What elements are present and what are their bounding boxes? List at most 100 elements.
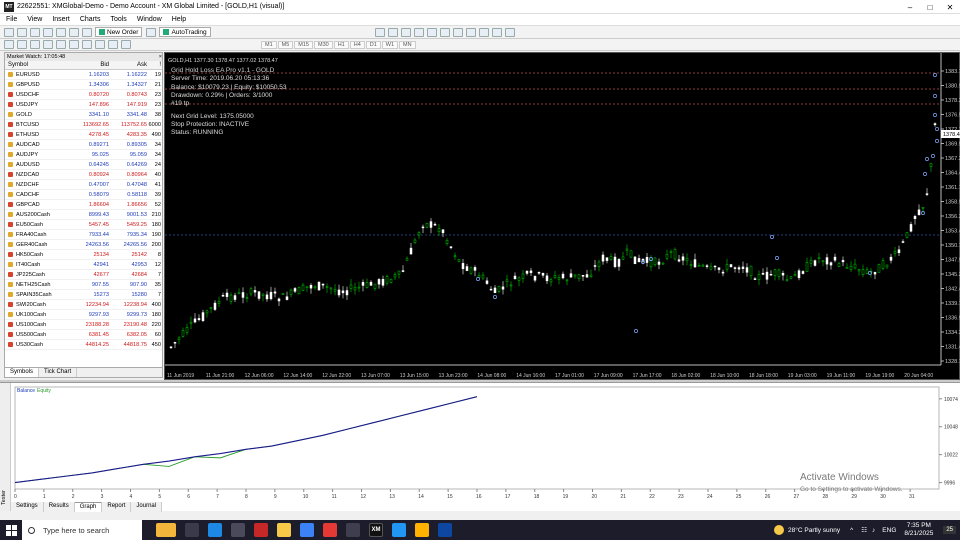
order-marker[interactable] bbox=[925, 157, 929, 161]
market-watch-row[interactable]: FRA40Cash 7933.44 7935.34 190 bbox=[5, 230, 162, 240]
market-watch-row[interactable]: GBPCAD 1.86604 1.86656 52 bbox=[5, 200, 162, 210]
market-watch-row[interactable]: SPAIN35Cash 15273 15280 7 bbox=[5, 290, 162, 300]
order-marker[interactable] bbox=[931, 154, 935, 158]
store-icon[interactable] bbox=[300, 523, 314, 537]
data-window-icon[interactable] bbox=[43, 27, 53, 37]
weather-text[interactable]: 28°C Partly sunny bbox=[788, 527, 840, 534]
file-explorer-icon[interactable] bbox=[277, 523, 291, 537]
menu-item-help[interactable]: Help bbox=[172, 16, 186, 23]
menu-item-view[interactable]: View bbox=[27, 16, 42, 23]
menu-item-window[interactable]: Window bbox=[137, 16, 162, 23]
app-icon-dark[interactable] bbox=[346, 523, 360, 537]
tab-symbols[interactable]: Symbols bbox=[5, 368, 40, 377]
chart-shift-icon[interactable] bbox=[465, 27, 476, 37]
fibonacci-icon[interactable] bbox=[82, 40, 92, 49]
close-icon[interactable]: × bbox=[159, 54, 162, 60]
market-watch-row[interactable]: SWI20Cash 12234.94 12238.94 400 bbox=[5, 300, 162, 310]
taskbar-search[interactable]: Type here to search bbox=[22, 520, 142, 540]
timeframe-w1[interactable]: W1 bbox=[381, 40, 399, 49]
column-spread[interactable]: ! bbox=[147, 62, 161, 68]
start-button[interactable] bbox=[0, 520, 22, 540]
line-chart-icon[interactable] bbox=[400, 27, 411, 37]
column-ask[interactable]: Ask bbox=[109, 62, 147, 68]
notification-badge[interactable]: 25 bbox=[943, 526, 956, 534]
order-marker[interactable] bbox=[935, 139, 939, 143]
market-watch-row[interactable]: AUS200Cash 8999.43 9001.53 210 bbox=[5, 210, 162, 220]
price-chart-svg[interactable]: 1383.701380.951378.201376.501372.701369.… bbox=[165, 53, 960, 381]
vertical-line-icon[interactable] bbox=[30, 40, 40, 49]
market-watch-row[interactable]: USDCHF 0.80720 0.80743 23 bbox=[5, 90, 162, 100]
price-chart[interactable]: 1383.701380.951378.201376.501372.701369.… bbox=[164, 52, 960, 380]
timeframe-d1[interactable]: D1 bbox=[365, 40, 381, 49]
opera-icon[interactable] bbox=[254, 523, 268, 537]
market-watch-row[interactable]: ETHUSD 4278.45 4283.35 490 bbox=[5, 130, 162, 140]
menu-item-insert[interactable]: Insert bbox=[52, 16, 70, 23]
market-watch-icon[interactable] bbox=[30, 27, 40, 37]
order-marker[interactable] bbox=[935, 127, 939, 131]
autoscroll-icon[interactable] bbox=[452, 27, 463, 37]
order-marker[interactable] bbox=[933, 113, 937, 117]
order-marker[interactable] bbox=[770, 235, 774, 239]
market-watch-row[interactable]: US100Cash 23188.28 23190.48 220 bbox=[5, 320, 162, 330]
market-watch-row[interactable]: NZDCHF 0.47007 0.47048 41 bbox=[5, 180, 162, 190]
candle-chart-icon[interactable] bbox=[387, 27, 398, 37]
close-button[interactable]: ✕ bbox=[940, 0, 960, 14]
market-watch-row[interactable]: GOLD 3341.10 3341.48 38 bbox=[5, 110, 162, 120]
metaeditor-icon[interactable] bbox=[146, 27, 157, 37]
market-watch-row[interactable]: NETH25Cash 907.55 907.90 35 bbox=[5, 280, 162, 290]
terminal-icon[interactable] bbox=[69, 27, 79, 37]
language-indicator[interactable]: ENG bbox=[882, 527, 896, 534]
tab-tick-chart[interactable]: Tick Chart bbox=[39, 368, 78, 377]
timeframe-m30[interactable]: M30 bbox=[313, 40, 333, 49]
chrome-icon[interactable] bbox=[323, 523, 337, 537]
clock[interactable]: 7:35 PM 8/21/2025 bbox=[904, 522, 933, 538]
trendline-icon[interactable] bbox=[56, 40, 66, 49]
tester-side-tab[interactable]: Tester bbox=[0, 383, 11, 511]
sticky-notes-icon[interactable] bbox=[415, 523, 429, 537]
market-watch-row[interactable]: US30Cash 44814.25 44818.75 450 bbox=[5, 340, 162, 350]
mail-icon[interactable] bbox=[392, 523, 406, 537]
tab-settings[interactable]: Settings bbox=[11, 502, 44, 512]
market-watch-row[interactable]: JP225Cash 42677 42684 7 bbox=[5, 270, 162, 280]
market-watch-row[interactable]: US500Cash 6381.45 6382.05 60 bbox=[5, 330, 162, 340]
templates-icon[interactable] bbox=[504, 27, 515, 37]
timeframe-m5[interactable]: M5 bbox=[277, 40, 294, 49]
order-marker[interactable] bbox=[775, 256, 779, 260]
tray-chevron-icon[interactable]: ^ bbox=[850, 527, 853, 534]
tab-journal[interactable]: Journal bbox=[131, 502, 163, 512]
menu-item-charts[interactable]: Charts bbox=[80, 16, 101, 23]
text-icon[interactable] bbox=[95, 40, 105, 49]
new-chart-icon[interactable] bbox=[4, 27, 14, 37]
indicators-icon[interactable] bbox=[478, 27, 489, 37]
network-icon[interactable]: ☷ bbox=[861, 526, 867, 534]
order-marker[interactable] bbox=[923, 172, 927, 176]
market-watch-row[interactable]: EURUSD 1.16203 1.16222 19 bbox=[5, 70, 162, 80]
arrows-icon[interactable] bbox=[121, 40, 131, 49]
market-watch-row[interactable]: USDJPY 147.896 147.919 23 bbox=[5, 100, 162, 110]
market-watch-row[interactable]: EU50Cash 5457.45 5459.25 180 bbox=[5, 220, 162, 230]
autotrading-button[interactable]: AutoTrading bbox=[159, 27, 211, 37]
market-watch-row[interactable]: BTCUSD 113692.65 113752.65 6000 bbox=[5, 120, 162, 130]
market-watch-row[interactable]: NZDCAD 0.80924 0.80964 40 bbox=[5, 170, 162, 180]
app-icon-black[interactable] bbox=[231, 523, 245, 537]
column-bid[interactable]: Bid bbox=[67, 62, 109, 68]
timeframe-m1[interactable]: M1 bbox=[261, 40, 277, 49]
market-watch-row[interactable]: GER40Cash 24263.56 24265.56 200 bbox=[5, 240, 162, 250]
minimize-button[interactable]: – bbox=[900, 0, 920, 14]
market-watch-row[interactable]: GBPUSD 1.34306 1.34327 21 bbox=[5, 80, 162, 90]
market-watch-row[interactable]: UK100Cash 9297.93 9299.73 180 bbox=[5, 310, 162, 320]
maximize-button[interactable]: □ bbox=[920, 0, 940, 14]
new-order-button[interactable]: New Order bbox=[95, 27, 143, 37]
navigator-icon[interactable] bbox=[56, 27, 66, 37]
tab-report[interactable]: Report bbox=[102, 502, 132, 512]
volume-icon[interactable]: ♪ bbox=[872, 527, 875, 534]
timeframe-mn[interactable]: MN bbox=[399, 40, 416, 49]
timeframe-h4[interactable]: H4 bbox=[349, 40, 365, 49]
column-symbol[interactable]: Symbol bbox=[5, 62, 67, 68]
xm-terminal-icon[interactable]: XM bbox=[369, 523, 383, 537]
order-marker[interactable] bbox=[634, 329, 638, 333]
crosshair-icon[interactable] bbox=[17, 40, 27, 49]
menu-item-tools[interactable]: Tools bbox=[110, 16, 126, 23]
profiles-icon[interactable] bbox=[17, 27, 27, 37]
order-marker[interactable] bbox=[476, 277, 480, 281]
